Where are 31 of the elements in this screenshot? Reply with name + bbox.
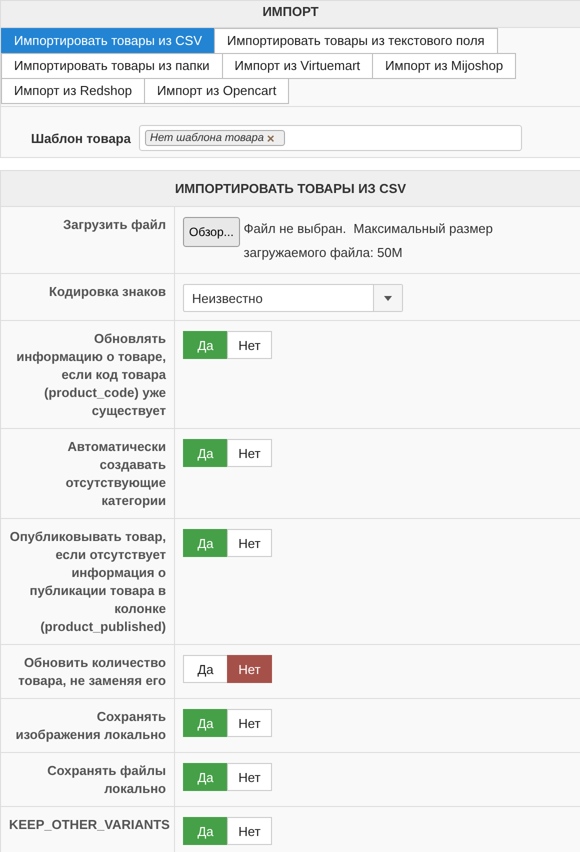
file-upload-info: Файл не выбран. Максимальный размер загружаемого файла: 50M xyxy=(244,220,494,262)
encoding-select[interactable]: Неизвестно xyxy=(183,284,403,312)
field-label: Опубликовывать товар, если отсутствует информация о публикации товара в колонке (product_published) xyxy=(1,519,175,644)
field-label: Загрузить файл xyxy=(1,207,175,273)
toggle-option[interactable]: Да xyxy=(183,655,228,683)
field-label: Обновлять информацию о товаре, если код товара (product_code) уже существует xyxy=(1,321,175,428)
field-label: Сохранять файлы локально xyxy=(1,753,175,806)
tab[interactable]: Импорт из Virtuemart xyxy=(222,53,374,79)
toggle-option[interactable]: Нет xyxy=(227,331,272,359)
tab[interactable]: Импортировать товары из папки xyxy=(1,53,223,79)
tab[interactable]: Импортировать товары из текстового поля xyxy=(214,28,498,54)
toggle-option[interactable]: Нет xyxy=(227,529,272,557)
tab[interactable]: Импорт из Mijoshop xyxy=(372,53,516,79)
field-label: KEEP_OTHER_VARIANTS xyxy=(1,807,175,852)
toggle-option[interactable]: Нет xyxy=(227,709,272,737)
caret-icon xyxy=(384,296,392,300)
toggle-option[interactable]: Нет xyxy=(227,439,272,467)
tab[interactable]: Импортировать товары из CSV xyxy=(1,28,215,54)
section-title: ИМПОРТИРОВАТЬ ТОВАРЫ ИЗ CSV xyxy=(1,171,580,207)
field-label: Обновить количество товара, не заменяя его xyxy=(1,645,175,698)
tab[interactable]: Импорт из Opencart xyxy=(144,78,290,104)
toggle-option[interactable]: Нет xyxy=(227,655,272,683)
browse-button[interactable]: Обзор... xyxy=(183,217,240,247)
field-label: Сохранять изображения локально xyxy=(1,699,175,752)
tab[interactable]: Импорт из Redshop xyxy=(1,78,145,104)
panel-title: ИМПОРТ xyxy=(1,1,580,28)
field-label: Автоматически создавать отсутствующие категории xyxy=(1,429,175,518)
toggle-option[interactable]: Нет xyxy=(227,763,272,791)
toggle-option[interactable]: Нет xyxy=(227,817,272,845)
field-label: Кодировка знаков xyxy=(1,274,175,320)
template-label: Шаблон товара xyxy=(31,130,131,146)
